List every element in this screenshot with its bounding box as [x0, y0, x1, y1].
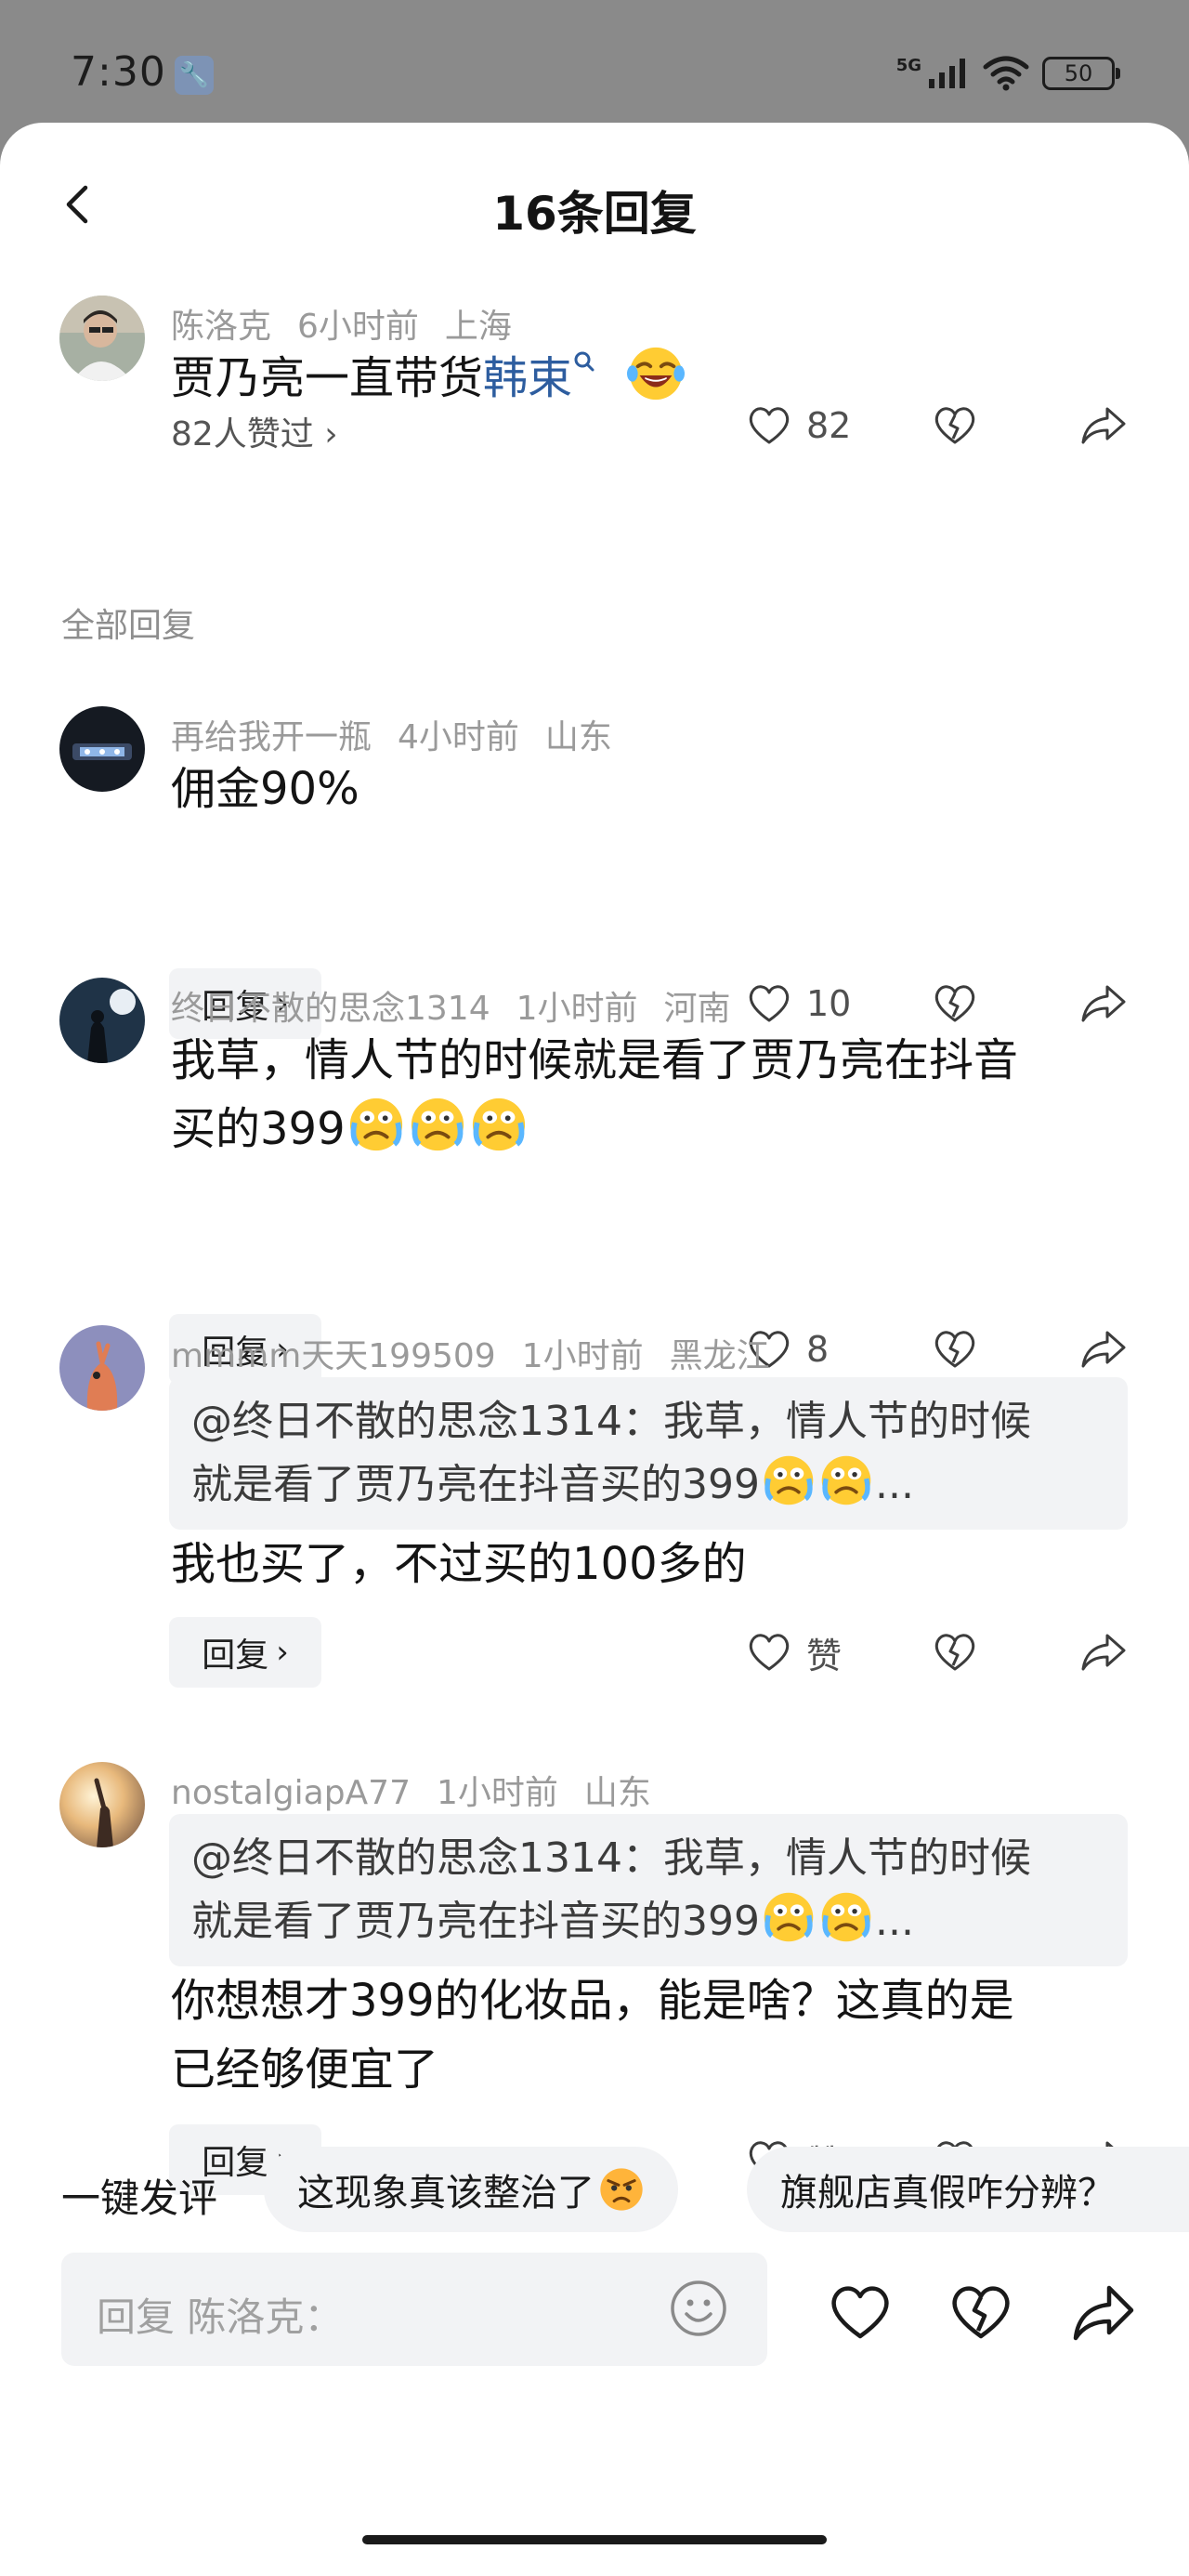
heart-icon[interactable]	[827, 2279, 894, 2346]
share-button[interactable]	[1035, 1325, 1128, 1373]
quoted-comment[interactable]: @终日不散的思念1314：我草，情人节的时候 就是看了贾乃亮在抖音买的399..…	[169, 1814, 1128, 1966]
share-button[interactable]	[1035, 1628, 1128, 1676]
avatar[interactable]	[59, 1325, 145, 1411]
avatar[interactable]	[59, 1762, 145, 1847]
crying-emoji-icon	[764, 1892, 814, 1942]
comment-time: 1小时前	[516, 990, 638, 1028]
comment-text: 佣金90%	[171, 763, 359, 815]
laughing-emoji-icon	[627, 347, 686, 401]
comment-location: 河南	[663, 990, 731, 1028]
share-arrow-icon[interactable]	[1070, 2279, 1137, 2346]
comment-meta: mmmm天天199509 1小时前 黑龙江	[171, 1329, 796, 1377]
comment-location: 上海	[444, 308, 512, 346]
comment-time: 4小时前	[398, 718, 519, 756]
share-button[interactable]	[1035, 979, 1128, 1028]
signal-icon	[929, 59, 965, 88]
comment-actions: 8	[745, 1312, 1128, 1387]
broken-heart-icon	[934, 1331, 975, 1368]
comment-meta: nostalgiapA77 1小时前 山东	[171, 1766, 677, 1814]
comment-location: 山东	[544, 718, 612, 756]
crying-emoji-icon	[411, 1097, 464, 1151]
comment-text: 我草，情人节的时候就是看了贾乃亮在抖音 买的399	[171, 1034, 1019, 1155]
like-button[interactable]: 赞	[745, 1627, 875, 1678]
comment-time: 1小时前	[436, 1774, 558, 1812]
page-title: 16条回复	[492, 187, 697, 241]
share-arrow-icon	[1081, 1331, 1126, 1368]
sheet-header: 16条回复	[0, 123, 1189, 290]
crying-emoji-icon	[349, 1097, 402, 1151]
emoji-picker-icon[interactable]	[669, 2279, 728, 2338]
comment-time: 6小时前	[297, 308, 419, 346]
quick-reply-chip[interactable]: 旗舰店真假咋分辨？	[747, 2147, 1189, 2232]
comment-location: 山东	[583, 1774, 651, 1812]
heart-icon	[749, 407, 790, 444]
crying-emoji-icon	[821, 1455, 871, 1505]
broken-heart-icon	[934, 1634, 975, 1671]
comment-meta: 再给我开一瓶 4小时前 山东	[171, 710, 638, 758]
wrench-icon: 🔧	[175, 56, 214, 95]
avatar[interactable]	[59, 978, 145, 1063]
status-bar: 7:30 🔧 5G 50	[0, 0, 1189, 123]
broken-heart-icon[interactable]	[947, 2279, 1014, 2346]
crying-emoji-icon	[472, 1097, 525, 1151]
wifi-icon	[983, 56, 1029, 91]
dislike-button[interactable]	[908, 1325, 1001, 1373]
like-button[interactable]: 82	[745, 401, 875, 450]
quoted-comment[interactable]: @终日不散的思念1314：我草，情人节的时候 就是看了贾乃亮在抖音买的399..…	[169, 1377, 1128, 1530]
chevron-right-icon: ›	[276, 1634, 289, 1671]
reply-input-placeholder: 回复 陈洛克：	[97, 2294, 344, 2340]
comment-text: 你想想才399的化妆品，能是啥？这真的是 已经够便宜了	[171, 1975, 1014, 2096]
like-count: 赞	[806, 1635, 843, 1676]
quick-reply-label: 一键发评	[61, 2175, 218, 2221]
status-time: 7:30	[71, 48, 166, 96]
network-type: 5G	[895, 55, 921, 75]
crying-emoji-icon	[821, 1892, 871, 1942]
liked-by-link[interactable]: 82人赞过 ›	[171, 407, 338, 455]
heart-icon	[749, 1634, 790, 1671]
search-icon[interactable]	[572, 348, 596, 386]
quick-reply-chip[interactable]: 这现象真该整治了	[264, 2147, 678, 2232]
comment-meta: 陈洛克 6小时前 上海	[171, 299, 538, 348]
like-count: 10	[806, 983, 852, 1024]
comment-meta: 终日不散的思念1314 1小时前 河南	[171, 981, 757, 1030]
username[interactable]: 再给我开一瓶	[171, 718, 372, 756]
username[interactable]: 终日不散的思念1314	[171, 990, 490, 1028]
chevron-right-icon: ›	[324, 415, 338, 453]
avatar[interactable]	[59, 296, 145, 381]
comment-location: 黑龙江	[669, 1337, 770, 1375]
quick-reply-bar: 一键发评 这现象真该整治了 旗舰店真假咋分辨？	[0, 2147, 1189, 2236]
broken-heart-icon	[934, 985, 975, 1022]
comment-actions: 82	[745, 388, 1128, 463]
username[interactable]: 陈洛克	[171, 308, 271, 346]
dislike-button[interactable]	[908, 979, 1001, 1028]
comment-text: 我也买了，不过买的100多的	[171, 1538, 747, 1590]
reply-input[interactable]: 回复 陈洛克：	[61, 2253, 767, 2366]
dislike-button[interactable]	[908, 1628, 1001, 1676]
angry-emoji-icon	[600, 2168, 643, 2211]
share-button[interactable]	[1035, 401, 1128, 450]
username[interactable]: mmmm天天199509	[171, 1337, 496, 1375]
crying-emoji-icon	[764, 1455, 814, 1505]
share-arrow-icon	[1081, 985, 1126, 1022]
comment-actions: 赞	[745, 1615, 1128, 1689]
share-arrow-icon	[1081, 407, 1126, 444]
username[interactable]: nostalgiapA77	[171, 1774, 411, 1812]
like-button[interactable]: 10	[745, 979, 875, 1028]
dislike-button[interactable]	[908, 401, 1001, 450]
like-count: 82	[806, 405, 852, 446]
like-count: 8	[806, 1329, 830, 1370]
broken-heart-icon	[934, 407, 975, 444]
section-label: 全部回复	[61, 607, 196, 645]
home-indicator[interactable]	[362, 2535, 827, 2544]
battery-indicator: 50	[1042, 57, 1120, 90]
product-link[interactable]: 韩束	[483, 352, 572, 404]
comment-time: 1小时前	[521, 1337, 644, 1375]
avatar[interactable]	[59, 706, 145, 792]
reply-button[interactable]: 回复›	[169, 1617, 321, 1688]
share-arrow-icon	[1081, 1634, 1126, 1671]
